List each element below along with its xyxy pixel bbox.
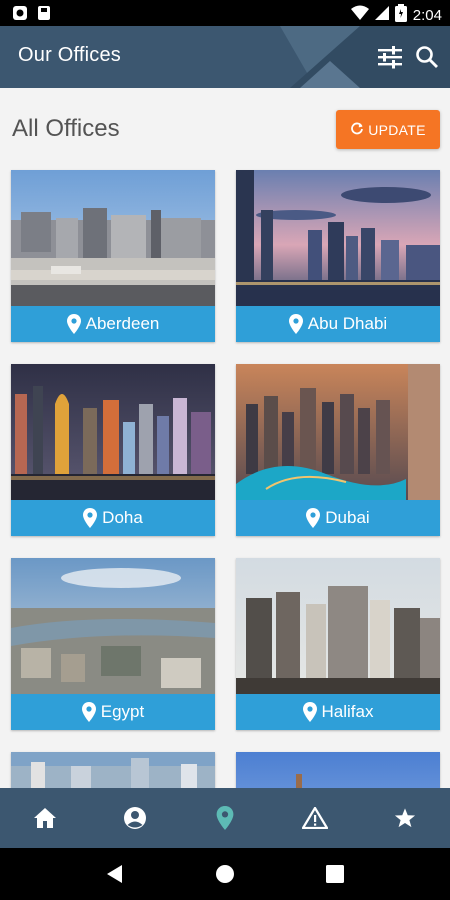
- status-bar: 2:04: [0, 0, 450, 26]
- office-card-partial-left[interactable]: [11, 752, 215, 788]
- star-icon: [394, 808, 416, 828]
- back-button[interactable]: [100, 859, 130, 889]
- office-name: Aberdeen: [85, 314, 160, 333]
- office-card-dubai[interactable]: Dubai: [236, 364, 440, 536]
- home-icon: [34, 808, 56, 828]
- location-pin-icon: [81, 702, 96, 722]
- office-card-egypt[interactable]: Egypt: [11, 558, 215, 730]
- office-name: Abu Dhabi: [307, 314, 388, 333]
- nav-favorites[interactable]: [360, 788, 450, 848]
- location-pin-icon: [216, 806, 234, 830]
- sd-card-icon: [36, 5, 52, 21]
- office-card-doha[interactable]: Doha: [11, 364, 215, 536]
- doha-photo: [11, 364, 215, 500]
- status-time: 2:04: [412, 6, 442, 24]
- recents-icon: [326, 865, 344, 883]
- home-system-button[interactable]: [210, 859, 240, 889]
- halifax-photo: [236, 558, 440, 694]
- search-icon: [416, 46, 438, 68]
- office-card-abu-dhabi[interactable]: Abu Dhabi: [236, 170, 440, 342]
- office-label: Aberdeen: [11, 306, 215, 342]
- nav-profile[interactable]: [90, 788, 180, 848]
- content-area[interactable]: All Offices UPDATE Aberdeen Abu Dhabi Do…: [0, 88, 450, 788]
- location-pin-icon: [302, 702, 317, 722]
- update-label: UPDATE: [368, 121, 426, 138]
- office-name: Halifax: [321, 702, 374, 721]
- office-label: Dubai: [236, 500, 440, 536]
- office-name: Dubai: [325, 508, 370, 527]
- update-button[interactable]: UPDATE: [336, 110, 440, 149]
- bottom-navigation: [0, 788, 450, 848]
- office-photo: [236, 752, 440, 788]
- office-label: Halifax: [236, 694, 440, 730]
- warning-icon: [302, 807, 328, 829]
- office-label: Egypt: [11, 694, 215, 730]
- recents-button[interactable]: [320, 859, 350, 889]
- signal-icon: [374, 5, 389, 25]
- filter-button[interactable]: [372, 39, 408, 75]
- back-icon: [107, 865, 122, 883]
- filter-icon: [378, 46, 402, 69]
- office-label: Doha: [11, 500, 215, 536]
- section-title: All Offices: [12, 115, 120, 142]
- office-card-partial-right[interactable]: [236, 752, 440, 788]
- location-pin-icon: [66, 314, 81, 334]
- office-card-aberdeen[interactable]: Aberdeen: [11, 170, 215, 342]
- aberdeen-photo: [11, 170, 215, 306]
- office-card-halifax[interactable]: Halifax: [236, 558, 440, 730]
- office-name: Doha: [102, 508, 143, 527]
- office-label: Abu Dhabi: [236, 306, 440, 342]
- location-pin-icon: [83, 508, 98, 528]
- notification-icon: [12, 5, 28, 21]
- app-title: Our Offices: [18, 44, 121, 66]
- battery-icon: [394, 4, 407, 26]
- dubai-photo: [236, 364, 440, 500]
- abu-dhabi-photo: [236, 170, 440, 306]
- home-circle-icon: [216, 865, 234, 883]
- nav-offices[interactable]: [180, 788, 270, 848]
- app-bar: Our Offices: [0, 26, 450, 88]
- location-pin-icon: [306, 508, 321, 528]
- nav-home[interactable]: [0, 788, 90, 848]
- search-button[interactable]: [409, 39, 445, 75]
- nav-alerts[interactable]: [270, 788, 360, 848]
- location-pin-icon: [288, 314, 303, 334]
- profile-icon: [124, 807, 146, 829]
- egypt-photo: [11, 558, 215, 694]
- wifi-icon: [350, 5, 369, 25]
- office-name: Egypt: [100, 702, 145, 721]
- system-navigation: [0, 848, 450, 900]
- refresh-icon: [351, 122, 364, 135]
- office-photo: [11, 752, 215, 788]
